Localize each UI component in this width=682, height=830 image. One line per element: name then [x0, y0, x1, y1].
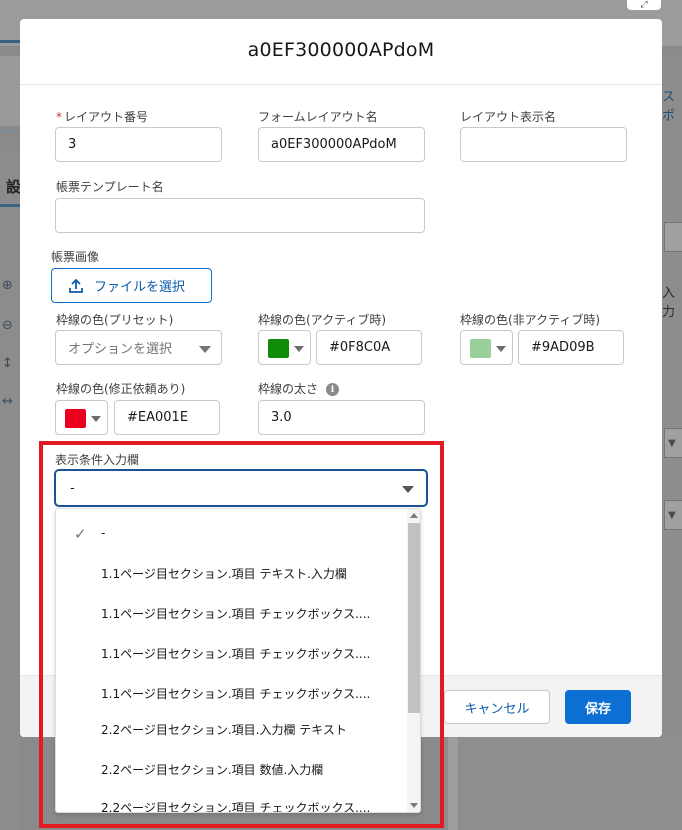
condition-dropdown-list: ✓ - 1.1ページ目セクション.項目 テキスト.入力欄 1.1ページ目セクショ…: [55, 508, 421, 813]
border-preset-placeholder: オプションを選択: [68, 342, 173, 357]
border-preset-select[interactable]: オプションを選択: [55, 330, 222, 365]
border-width-label: 枠線の太さ i: [258, 380, 340, 397]
background-right-text: 入力: [662, 286, 676, 320]
template-name-label: 帳票テンプレート名: [56, 180, 164, 194]
layout-display-name-label: レイアウト表示名: [460, 110, 557, 124]
scroll-up-icon[interactable]: [410, 513, 418, 518]
layout-display-name-input[interactable]: [460, 127, 627, 162]
chevron-down-icon: [402, 486, 414, 493]
condition-select[interactable]: -: [55, 470, 427, 506]
border-active-color-input[interactable]: #0F8C0A: [316, 330, 422, 365]
dropdown-option[interactable]: ✓ -: [56, 513, 406, 553]
modal-header: a0EF300000APdoM: [20, 19, 662, 85]
dropdown-option-label: 2.2ページ目セクション.項目 チェックボックス....: [101, 800, 371, 813]
border-width-input[interactable]: 3.0: [258, 400, 425, 435]
border-active-label: 枠線の色(アクティブ時): [258, 313, 387, 327]
chevron-down-icon: ▼: [668, 438, 676, 449]
background-left-underline: [0, 204, 20, 207]
chevron-down-icon: [91, 416, 101, 422]
chevron-down-icon: [294, 346, 304, 352]
condition-label: 表示条件入力欄: [55, 453, 140, 467]
upload-icon: [69, 278, 83, 293]
save-button[interactable]: 保存: [565, 690, 631, 724]
chevron-down-icon: [199, 346, 211, 353]
color-swatch: [470, 339, 491, 358]
dropdown-option-label: 1.1ページ目セクション.項目 テキスト.入力欄: [101, 566, 347, 581]
cancel-button[interactable]: キャンセル: [444, 690, 550, 724]
dropdown-option[interactable]: 2.2ページ目セクション.項目.入力欄 テキスト: [56, 709, 406, 749]
modal-title: a0EF300000APdoM: [247, 39, 435, 61]
dropdown-option-label: 1.1ページ目セクション.項目 チェックボックス....: [101, 606, 371, 621]
color-swatch: [65, 409, 86, 428]
template-name-input[interactable]: [55, 198, 425, 233]
background-lower-divider: [448, 736, 458, 830]
layout-number-input[interactable]: 3: [55, 127, 222, 162]
form-image-label: 帳票画像: [51, 250, 100, 264]
vertical-resize-icon: ↕: [2, 356, 13, 371]
dropdown-option-label: 2.2ページ目セクション.項目 数値.入力欄: [101, 762, 324, 777]
scroll-down-icon[interactable]: [410, 803, 418, 808]
border-inactive-color-picker[interactable]: [460, 330, 513, 365]
dropdown-option-label: 1.1ページ目セクション.項目 チェックボックス....: [101, 646, 371, 661]
dropdown-option-label: -: [101, 526, 106, 540]
border-inactive-color-input[interactable]: #9AD09B: [518, 330, 624, 365]
dropdown-option[interactable]: 2.2ページ目セクション.項目 数値.入力欄: [56, 749, 406, 789]
dropdown-option[interactable]: 1.1ページ目セクション.項目 チェックボックス....: [56, 593, 406, 633]
info-icon[interactable]: i: [326, 383, 340, 396]
dropdown-option-label: 2.2ページ目セクション.項目.入力欄 テキスト: [101, 722, 347, 737]
layout-number-label: * レイアウト番号: [56, 110, 149, 124]
border-active-color-picker[interactable]: [258, 330, 311, 365]
background-right-field: [664, 222, 682, 252]
dropdown-option[interactable]: 1.1ページ目セクション.項目 テキスト.入力欄: [56, 553, 406, 593]
background-left-panel: [0, 150, 20, 830]
horizontal-resize-icon: ↔: [2, 394, 13, 409]
border-revision-label: 枠線の色(修正依頼あり): [56, 382, 186, 396]
background-left-heading: 設: [6, 178, 22, 196]
form-layout-name-label: フォームレイアウト名: [258, 110, 378, 124]
zoom-out-icon: ⊖: [2, 318, 13, 333]
chevron-down-icon: ▼: [668, 510, 676, 521]
color-swatch: [268, 339, 289, 358]
condition-select-value: -: [70, 480, 75, 496]
checkmark-icon: ✓: [74, 525, 87, 543]
border-revision-color-picker[interactable]: [55, 400, 108, 435]
background-right-link: スポ: [662, 90, 676, 124]
expand-icon[interactable]: ⤢: [627, 0, 661, 10]
dropdown-scrollbar-thumb[interactable]: [408, 523, 420, 713]
border-inactive-label: 枠線の色(非アクティブ時): [460, 313, 601, 327]
border-preset-label: 枠線の色(プリセット): [56, 313, 174, 327]
upload-button-label: ファイルを選択: [94, 280, 186, 295]
chevron-down-icon: [496, 346, 506, 352]
border-revision-color-input[interactable]: #EA001E: [114, 400, 220, 435]
dropdown-option[interactable]: 1.1ページ目セクション.項目 チェックボックス....: [56, 673, 406, 713]
form-layout-name-input[interactable]: a0EF300000APdoM: [258, 127, 425, 162]
dropdown-option-label: 1.1ページ目セクション.項目 チェックボックス....: [101, 686, 371, 701]
background-lower-area: [445, 736, 682, 830]
dropdown-option[interactable]: 1.1ページ目セクション.項目 チェックボックス....: [56, 633, 406, 673]
upload-file-button[interactable]: ファイルを選択: [51, 268, 212, 303]
zoom-in-icon: ⊕: [2, 278, 13, 293]
dropdown-option[interactable]: 2.2ページ目セクション.項目 チェックボックス....: [56, 787, 406, 813]
